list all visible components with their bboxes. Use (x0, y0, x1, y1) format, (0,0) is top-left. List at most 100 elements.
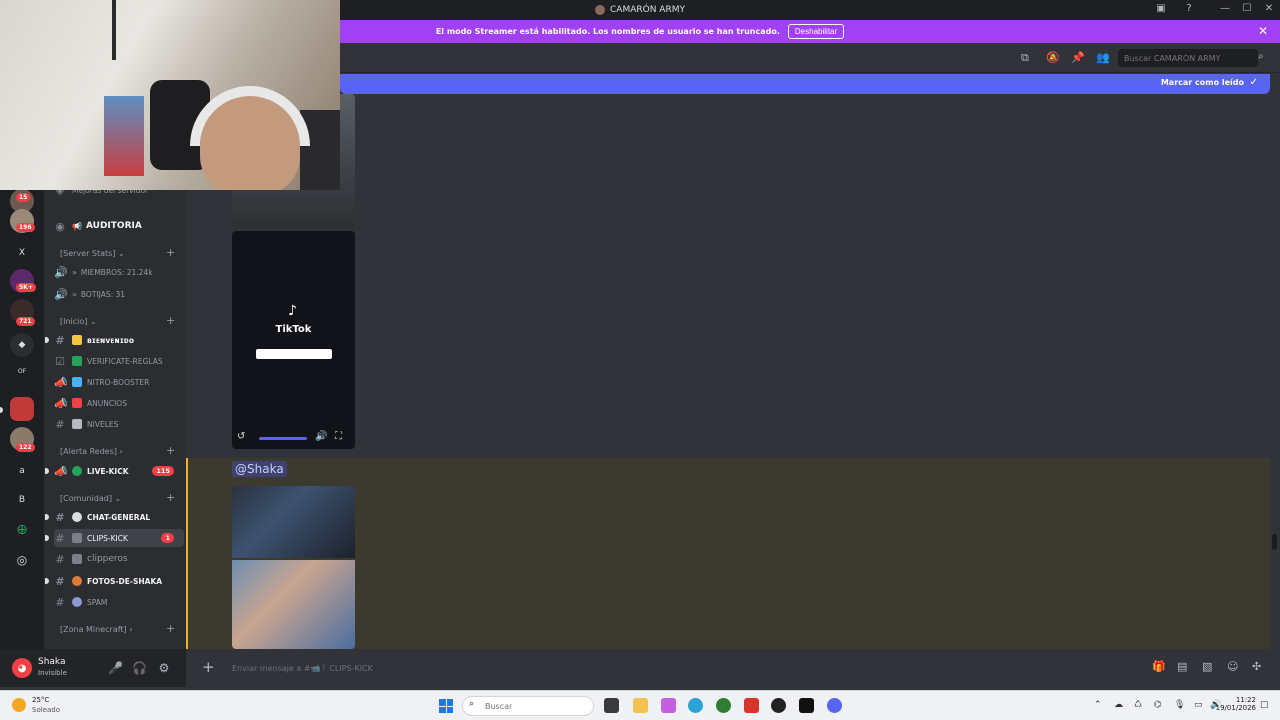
hash-icon: # (55, 531, 65, 545)
recycle-icon[interactable]: ♺ (1134, 700, 1142, 710)
task-view-icon[interactable] (604, 698, 619, 713)
tiktok-video[interactable]: ♪ TikTok ↺ 🔊 ⛶ (232, 231, 355, 449)
channel-live-kick[interactable]: 📣 LIVE-KICK 115 (45, 462, 184, 480)
video-progress-bar[interactable] (259, 437, 307, 440)
edge-icon[interactable] (688, 698, 703, 713)
attachment-image[interactable] (232, 560, 355, 649)
add-channel-icon[interactable]: + (166, 246, 175, 259)
wave-icon (72, 335, 82, 345)
close-window-button[interactable]: ✕ (1262, 3, 1276, 14)
mark-as-read-button[interactable]: Marcar como leído (1161, 78, 1244, 87)
speaker-icon: 🔊 (54, 287, 68, 301)
channel-bienvenido[interactable]: # ʙɪᴇɴᴠᴇɴɪᴅᴏ (45, 331, 184, 349)
channel-label: SPAM (87, 597, 108, 607)
server-b-icon[interactable]: B (10, 488, 34, 512)
windows-start-icon[interactable] (439, 699, 453, 713)
server-of-icon[interactable]: OF (10, 359, 34, 383)
obs-icon[interactable] (771, 698, 786, 713)
channel-clipperos[interactable]: # clipperos (54, 550, 184, 568)
channel-label: ʙɪᴇɴᴠᴇɴɪᴅᴏ (87, 335, 135, 345)
taskbar-search-input[interactable] (462, 696, 594, 716)
notifications-icon[interactable]: ▢ (1260, 700, 1269, 710)
add-channel-icon[interactable]: + (166, 444, 175, 457)
fullscreen-icon[interactable]: ⛶ (335, 431, 342, 442)
gift-icon[interactable]: 🎁 (1152, 660, 1166, 673)
capcut-icon[interactable] (799, 698, 814, 713)
server-x-icon[interactable]: X (10, 241, 34, 265)
add-attachment-icon[interactable]: + (202, 658, 215, 676)
channel-niveles[interactable]: # NIVELES (54, 415, 184, 433)
channel-spam[interactable]: # SPAM (54, 593, 184, 611)
mention-badge: 721 (16, 317, 35, 326)
channel-anuncios[interactable]: 📣 ANUNCIOS (54, 394, 184, 412)
wps-icon[interactable] (744, 698, 759, 713)
channel-chat-general[interactable]: # CHAT-GENERAL (45, 508, 184, 526)
search-input[interactable] (1118, 49, 1258, 67)
weather-sun-icon[interactable] (12, 698, 26, 712)
headphones-deafened-icon[interactable]: 🎧 (132, 661, 147, 675)
emoji-icon[interactable]: ☺ (1227, 660, 1238, 673)
add-server-icon[interactable]: ⊕ (10, 518, 34, 542)
onedrive-icon[interactable]: ☁ (1114, 700, 1123, 710)
channel-botijas[interactable]: 🔊 » BOTIJAS: 31 (54, 285, 184, 303)
discord-icon[interactable] (827, 698, 842, 713)
chevron-up-icon[interactable]: ⌃ (1094, 700, 1102, 710)
weather-condition: Soleado (32, 706, 60, 714)
channel-miembros[interactable]: 🔊 » MIEMBROS: 21.24k (54, 263, 184, 281)
add-channel-icon[interactable]: + (166, 491, 175, 504)
xbox-icon[interactable] (716, 698, 731, 713)
category-zona-minecraft[interactable]: [Zona Minecraft] › (60, 625, 132, 634)
channel-label: LIVE-KICK (87, 466, 129, 476)
server-icon-6[interactable] (10, 397, 34, 421)
maximize-button[interactable]: ☐ (1240, 3, 1254, 14)
mark-read-icon: ✓ (1249, 77, 1258, 88)
arrows-icon: » (72, 289, 77, 299)
notification-bell-icon[interactable]: 🔕 (1046, 51, 1060, 64)
channel-fotos-de-shaka[interactable]: # FOTOS-DE-SHAKA (45, 572, 184, 590)
channel-clips-kick[interactable]: # CLIPS-KICK 1 (45, 529, 184, 547)
help-icon[interactable]: ? (1182, 3, 1196, 14)
microphone-icon[interactable]: 🎙 (1174, 700, 1185, 710)
channel-auditoria[interactable]: ◉ 📢 AUDITORIA (54, 217, 184, 235)
add-channel-icon[interactable]: + (166, 314, 175, 327)
new-messages-bar[interactable]: Marcar como leído ✓ (340, 74, 1270, 94)
network-icon[interactable]: ⌬ (1154, 700, 1162, 710)
channel-verificate-reglas[interactable]: ☑ VERIFICATE-REGLAS (54, 352, 184, 370)
volume-icon[interactable]: 🔊 (315, 431, 327, 442)
apps-icon[interactable]: ✣ (1252, 660, 1261, 673)
category-inicio[interactable]: [Inicio] ⌄ (60, 317, 97, 326)
scrollbar-thumb[interactable] (1272, 534, 1277, 550)
minimize-button[interactable]: — (1218, 3, 1232, 14)
tiktok-brand-label: TikTok (275, 324, 312, 335)
user-mention[interactable]: @Shaka (232, 461, 287, 477)
avatar[interactable]: ◕ (12, 658, 32, 678)
discover-icon[interactable]: ◎ (10, 548, 34, 572)
replay-icon[interactable]: ↺ (237, 431, 245, 442)
gear-icon[interactable]: ⚙ (157, 661, 171, 675)
server-icon-5[interactable]: ◆ (10, 333, 34, 357)
channel-nitro-booster[interactable]: 📣 NITRO-BOOSTER (54, 373, 184, 391)
disable-streamer-button[interactable]: Deshabilitar (787, 24, 845, 39)
display-icon[interactable]: ▭ (1194, 700, 1203, 710)
file-explorer-icon[interactable] (633, 698, 648, 713)
inbox-icon[interactable]: ▣ (1154, 3, 1168, 14)
sticker-icon[interactable]: ▧ (1202, 660, 1212, 673)
category-comunidad[interactable]: [Comunidad] ⌄ (60, 494, 121, 503)
close-icon[interactable]: ✕ (1258, 24, 1268, 38)
speech-bubble-icon (72, 512, 82, 522)
channel-label: AUDITORIA (85, 221, 142, 231)
system-clock[interactable]: 11:22 19/01/2026 (1216, 696, 1256, 712)
member-list-icon[interactable]: 👥 (1096, 51, 1110, 64)
message-input[interactable]: Enviar mensaje a #📹꒱ CLIPS-KICK (232, 662, 373, 673)
attachment-image[interactable] (232, 486, 355, 558)
copilot-icon[interactable] (661, 698, 676, 713)
category-server-stats[interactable]: [Server Stats] ⌄ (60, 249, 125, 258)
gif-icon[interactable]: ▤ (1177, 660, 1187, 673)
mic-muted-icon[interactable]: 🎤 (108, 661, 123, 675)
add-channel-icon[interactable]: + (166, 622, 175, 635)
pin-icon[interactable]: 📌 (1071, 51, 1085, 64)
server-a-icon[interactable]: a (10, 459, 34, 483)
tiktok-search-box (256, 349, 332, 359)
category-alerta-redes[interactable]: [Alerta Redes] › (60, 447, 123, 456)
threads-icon[interactable]: ⧉ (1021, 51, 1029, 65)
